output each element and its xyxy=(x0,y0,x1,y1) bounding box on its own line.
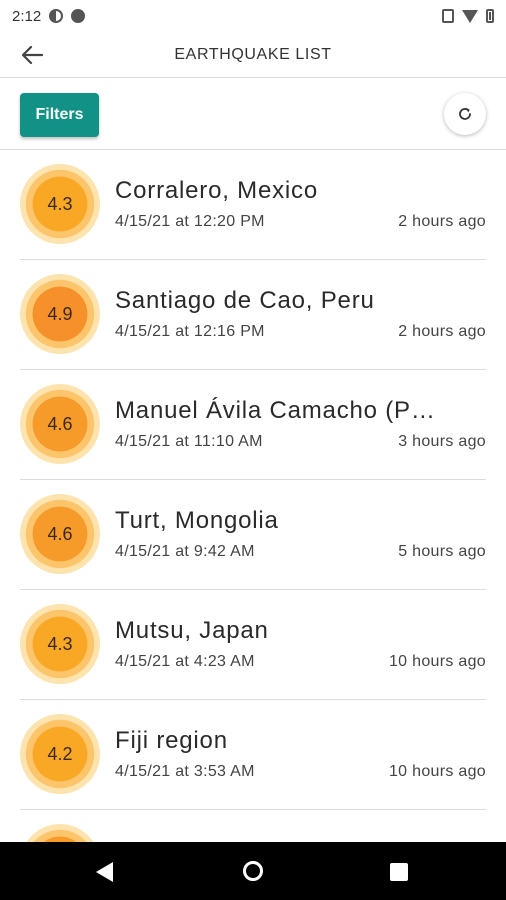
status-time: 2:12 xyxy=(12,7,42,25)
magnitude-badge: 4.2 xyxy=(20,714,100,794)
list-item[interactable] xyxy=(0,810,506,842)
magnitude-value: 4.3 xyxy=(47,633,73,654)
magnitude-value: 4.6 xyxy=(47,413,73,434)
magnitude-badge: 4.6 xyxy=(20,494,100,574)
earthquake-datetime: 4/15/21 at 12:16 PM xyxy=(115,323,265,340)
page-title: EARTHQUAKE LIST xyxy=(174,46,332,63)
list-item[interactable]: 4.6 Turt, Mongolia 4/15/21 at 9:42 AM 5 … xyxy=(0,480,506,590)
refresh-icon xyxy=(459,108,471,120)
app-bar: EARTHQUAKE LIST xyxy=(0,32,506,78)
list-item[interactable]: 4.2 Fiji region 4/15/21 at 3:53 AM 10 ho… xyxy=(0,700,506,810)
notification-dot-icon xyxy=(71,9,86,23)
magnitude-badge xyxy=(20,824,100,842)
list-item[interactable]: 4.6 Manuel Ávila Camacho (P… 4/15/21 at … xyxy=(0,370,506,480)
magnitude-badge: 4.3 xyxy=(20,604,100,684)
magnitude-value: 4.2 xyxy=(47,743,73,764)
earthquake-datetime: 4/15/21 at 4:23 AM xyxy=(115,653,255,670)
earthquake-relative-time: 2 hours ago xyxy=(398,323,486,340)
earthquake-relative-time: 5 hours ago xyxy=(398,543,486,560)
earthquake-place: Santiago de Cao, Peru xyxy=(115,287,375,314)
data-saver-icon xyxy=(49,9,64,23)
magnitude-badge: 4.3 xyxy=(20,164,100,244)
earthquake-place: Manuel Ávila Camacho (P… xyxy=(115,397,436,424)
earthquake-place: Mutsu, Japan xyxy=(115,617,269,644)
battery-icon xyxy=(486,9,494,23)
earthquake-list[interactable]: 4.3 Corralero, Mexico 4/15/21 at 12:20 P… xyxy=(0,150,506,842)
earthquake-relative-time: 10 hours ago xyxy=(388,653,486,670)
magnitude-badge: 4.9 xyxy=(20,274,100,354)
earthquake-relative-time: 3 hours ago xyxy=(398,433,486,450)
nav-recents-icon[interactable] xyxy=(390,863,408,881)
magnitude-badge: 4.6 xyxy=(20,384,100,464)
earthquake-datetime: 4/15/21 at 3:53 AM xyxy=(115,763,255,780)
wifi-icon xyxy=(462,9,478,23)
refresh-button[interactable] xyxy=(444,93,486,135)
toolbar: Filters xyxy=(0,78,506,150)
earthquake-place: Turt, Mongolia xyxy=(115,507,279,534)
nav-back-icon[interactable] xyxy=(96,862,113,882)
earthquake-place: Fiji region xyxy=(115,727,228,754)
earthquake-datetime: 4/15/21 at 12:20 PM xyxy=(115,213,265,230)
list-item[interactable]: 4.9 Santiago de Cao, Peru 4/15/21 at 12:… xyxy=(0,260,506,370)
earthquake-datetime: 4/15/21 at 11:10 AM xyxy=(115,433,263,450)
earthquake-relative-time: 2 hours ago xyxy=(398,213,486,230)
magnitude-value: 4.6 xyxy=(47,523,73,544)
status-bar: 2:12 xyxy=(0,0,506,32)
nav-home-icon[interactable] xyxy=(243,861,263,881)
magnitude-value: 4.9 xyxy=(47,303,73,324)
filters-button[interactable]: Filters xyxy=(20,93,99,137)
status-left: 2:12 xyxy=(12,7,86,25)
list-item[interactable]: 4.3 Corralero, Mexico 4/15/21 at 12:20 P… xyxy=(0,150,506,260)
vibrate-icon xyxy=(442,9,454,23)
navigation-bar xyxy=(0,842,506,900)
earthquake-relative-time: 10 hours ago xyxy=(388,763,486,780)
earthquake-place: Corralero, Mexico xyxy=(115,177,318,204)
earthquake-datetime: 4/15/21 at 9:42 AM xyxy=(115,543,255,560)
magnitude-value: 4.3 xyxy=(47,193,73,214)
list-item[interactable]: 4.3 Mutsu, Japan 4/15/21 at 4:23 AM 10 h… xyxy=(0,590,506,700)
status-right xyxy=(442,9,494,23)
